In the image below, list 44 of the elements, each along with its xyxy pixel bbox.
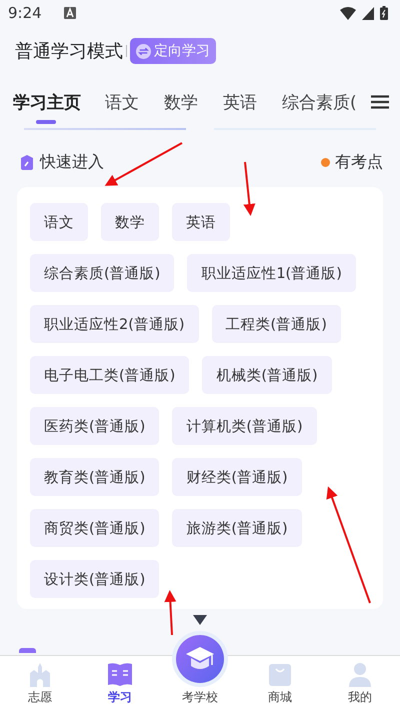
battery-icon: [380, 6, 388, 20]
signal-icon: [362, 6, 374, 20]
mode-title: 普通学习模式: [15, 40, 123, 63]
subject-chip[interactable]: 商贸类(普通版): [30, 509, 160, 547]
subject-chip[interactable]: 职业适应性1(普通版): [187, 254, 356, 292]
switch-icon: [136, 44, 151, 58]
book-icon: [107, 661, 133, 687]
legend-dot: [321, 158, 330, 166]
subject-tab[interactable]: 语文: [105, 82, 139, 122]
subject-chip[interactable]: 设计类(普通版): [30, 560, 160, 598]
shopping-bag-icon: [268, 661, 292, 687]
annotation-arrow: [164, 590, 176, 636]
annotation-arrow: [243, 162, 256, 216]
subject-tab[interactable]: 学习主页: [13, 82, 81, 122]
notification-icon: [64, 7, 76, 19]
subject-tab[interactable]: 数学: [164, 82, 198, 122]
wifi-icon: [340, 6, 356, 20]
subject-chip[interactable]: 语文: [30, 203, 88, 241]
nav-tab[interactable]: 商城: [250, 661, 310, 706]
status-time: 9:24: [8, 4, 42, 22]
subject-chip[interactable]: 旅游类(普通版): [172, 509, 302, 547]
subject-chip[interactable]: 职业适应性2(普通版): [30, 305, 199, 343]
pencil-tag-icon: [18, 154, 35, 170]
subject-chip[interactable]: 计算机类(普通版): [172, 407, 317, 445]
nav-tab[interactable]: 志愿: [10, 661, 70, 706]
collapse-caret-icon[interactable]: [192, 615, 206, 625]
subject-chip[interactable]: 英语: [172, 203, 230, 241]
subject-chip[interactable]: 工程类(普通版): [212, 305, 341, 343]
nav-tab[interactable]: 我的: [330, 661, 390, 706]
subject-chip[interactable]: 医药类(普通版): [30, 407, 160, 445]
graduation-cap-icon: [176, 635, 224, 683]
nav-tab[interactable]: 学习: [90, 661, 150, 706]
subject-chip[interactable]: 电子电工类(普通版): [30, 356, 190, 394]
subject-tab[interactable]: 综合素质(: [282, 82, 357, 122]
subject-chip[interactable]: 综合素质(普通版): [30, 254, 174, 292]
subject-chip[interactable]: 数学: [101, 203, 159, 241]
subject-chip[interactable]: 机械类(普通版): [202, 356, 332, 394]
section-title: 快速进入: [40, 152, 104, 172]
subject-chip[interactable]: 财经类(普通版): [172, 458, 302, 496]
legend-label: 有考点: [335, 152, 383, 172]
subject-tab[interactable]: 英语: [223, 82, 257, 122]
menu-icon[interactable]: [369, 95, 389, 109]
person-icon: [347, 661, 373, 687]
subject-chip[interactable]: 教育类(普通版): [30, 458, 160, 496]
